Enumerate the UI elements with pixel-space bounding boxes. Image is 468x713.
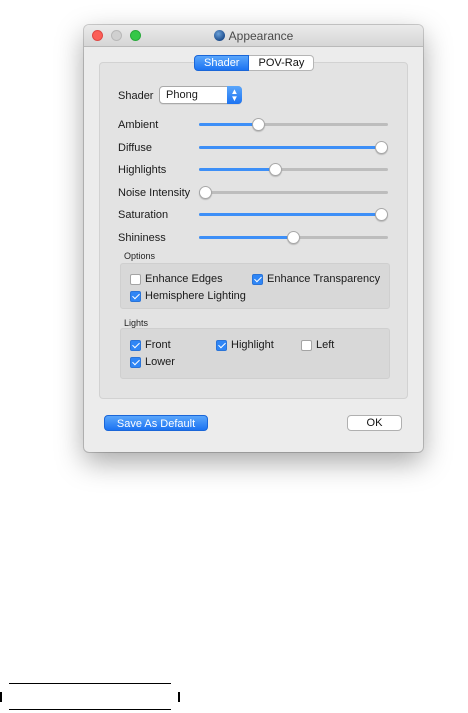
checkbox-checked-icon [216,339,227,351]
ok-button[interactable]: OK [347,415,402,431]
slider-knob[interactable] [375,208,388,221]
title-bar[interactable]: Appearance [84,25,423,47]
slider-fill [199,146,381,149]
slider-fill [199,123,258,126]
shininess-label: Shininess [118,232,166,244]
enhance-edges-label: Enhance Edges [145,273,223,285]
slider-knob[interactable] [199,186,212,199]
noise-intensity-label: Noise Intensity [118,187,191,199]
checkbox-checked-icon [252,273,263,285]
ambient-label: Ambient [118,119,159,131]
checkbox-checked-icon [130,290,141,302]
saturation-label: Saturation [118,209,169,221]
slider-track [199,191,388,194]
window-title-text: Appearance [228,29,294,43]
lower-light-checkbox[interactable]: Lower [130,356,175,368]
left-light-checkbox[interactable]: Left [301,339,334,351]
shader-popup[interactable]: Phong ▲ ▼ [159,86,242,104]
front-light-checkbox[interactable]: Front [130,339,171,351]
highlight-light-checkbox[interactable]: Highlight [216,339,274,351]
slider-knob[interactable] [375,141,388,154]
slider-fill [199,236,293,239]
shader-selected-value: Phong [166,89,198,101]
front-light-label: Front [145,339,171,351]
shader-label: Shader [118,90,154,102]
noise-intensity-slider[interactable] [199,186,388,199]
lights-section-title: Lights [124,318,149,328]
checkbox-unchecked-icon [301,339,312,351]
bottom-bracket-left [0,692,2,702]
lower-light-label: Lower [145,356,175,368]
appearance-icon [213,30,225,41]
left-light-label: Left [316,339,335,351]
enhance-edges-checkbox[interactable]: Enhance Edges [130,273,223,285]
ambient-slider[interactable] [199,118,388,131]
checkbox-unchecked-icon [130,273,141,285]
enhance-transparency-checkbox[interactable]: Enhance Transparency [252,273,380,285]
hemisphere-lighting-checkbox[interactable]: Hemisphere Lighting [130,290,246,302]
options-box [120,263,390,309]
highlights-label: Highlights [118,164,167,176]
shininess-slider[interactable] [199,231,388,244]
checkbox-checked-icon [130,339,141,351]
lights-box [120,328,390,379]
window-title: Appearance [84,29,423,43]
slider-fill [199,213,381,216]
tab-shader[interactable]: Shader [194,55,250,71]
diffuse-slider[interactable] [199,141,388,154]
slider-fill [199,168,275,171]
slider-knob[interactable] [252,118,265,131]
hemisphere-lighting-label: Hemisphere Lighting [145,290,246,302]
saturation-slider[interactable] [199,208,388,221]
bottom-bracket-right [178,692,180,702]
slider-knob[interactable] [269,163,282,176]
checkbox-checked-icon [130,356,141,368]
options-section-title: Options [124,251,156,261]
bottom-rule-top [9,683,171,684]
enhance-transparency-label: Enhance Transparency [267,273,381,285]
tab-bar: Shader POV-Ray [194,55,315,71]
slider-knob[interactable] [287,231,300,244]
tab-pov-ray[interactable]: POV-Ray [249,55,315,71]
stepper-arrows-icon: ▲ ▼ [227,86,242,104]
diffuse-label: Diffuse [118,142,153,154]
save-as-default-button[interactable]: Save As Default [104,415,208,431]
highlights-slider[interactable] [199,163,388,176]
bottom-rule-bottom [9,709,171,710]
highlight-light-label: Highlight [231,339,274,351]
